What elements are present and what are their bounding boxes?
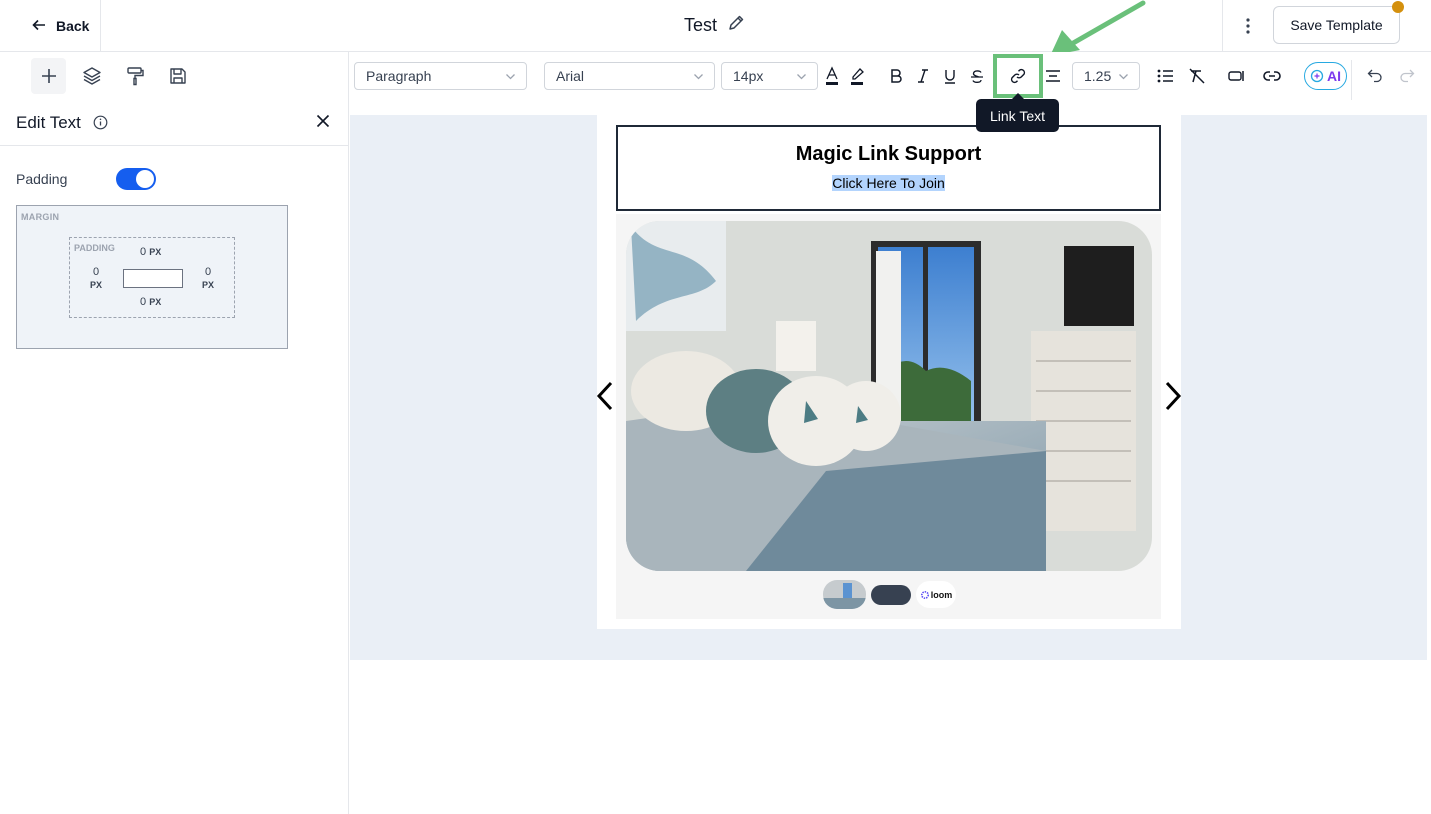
bullet-list-button[interactable] — [1154, 65, 1176, 87]
block-type-select[interactable]: Paragraph — [354, 62, 527, 90]
carousel-prev-button[interactable] — [596, 381, 614, 416]
styles-button[interactable] — [117, 58, 152, 94]
ai-assistant-button[interactable]: AI — [1304, 62, 1347, 90]
back-button[interactable]: Back — [0, 0, 101, 52]
edit-panel-header: Edit Text — [0, 100, 348, 146]
line-height-select[interactable]: 1.25 — [1072, 62, 1140, 90]
padding-top-value[interactable]: 0 PX — [140, 246, 161, 259]
thumbnail-dark[interactable] — [871, 584, 911, 605]
redo-icon — [1400, 69, 1415, 83]
padding-box-label: PADDING — [74, 243, 115, 253]
text-color-icon — [826, 66, 838, 85]
font-family-select[interactable]: Arial — [544, 62, 715, 90]
redo-button[interactable] — [1396, 65, 1418, 87]
join-link-text[interactable]: Click Here To Join — [832, 175, 945, 191]
content-box — [123, 269, 183, 288]
ai-brain-icon — [1310, 69, 1324, 83]
top-bar: Back Test Save Template — [0, 0, 1431, 52]
padding-toggle[interactable] — [116, 168, 156, 190]
link-button-highlight — [993, 54, 1043, 98]
toolbar-divider — [1351, 60, 1352, 100]
panel-title: Edit Text — [16, 112, 81, 132]
padding-left-value[interactable]: 0 PX — [90, 266, 102, 292]
button-insert-button[interactable] — [1226, 65, 1248, 87]
bold-button[interactable] — [885, 65, 907, 87]
margin-label: MARGIN — [21, 212, 60, 222]
undo-icon — [1367, 69, 1382, 83]
padding-right-value[interactable]: 0 PX — [202, 266, 214, 292]
heading-text[interactable]: Magic Link Support — [618, 143, 1159, 166]
chevron-down-icon — [506, 74, 515, 80]
padding-row: Padding — [0, 146, 348, 194]
thumbnail-loom[interactable]: loom — [916, 581, 956, 608]
align-button[interactable] — [1042, 65, 1064, 87]
thumbnail-bedroom[interactable] — [823, 580, 866, 609]
edit-title-pencil-icon[interactable] — [727, 14, 745, 37]
chevron-right-icon — [1165, 381, 1182, 411]
chevron-down-icon — [797, 74, 806, 80]
link-text-tooltip: Link Text — [976, 93, 1059, 132]
font-size-select[interactable]: 14px — [721, 62, 818, 90]
loom-label: loom — [930, 589, 953, 600]
bedroom-image — [626, 221, 1152, 571]
trigger-link-button[interactable] — [1261, 65, 1283, 87]
carousel-next-button[interactable] — [1164, 381, 1182, 416]
button-element-icon — [1228, 71, 1244, 81]
save-disk-icon — [169, 68, 186, 84]
more-options-button[interactable] — [1222, 0, 1272, 52]
text-block-selected[interactable]: Magic Link Support Click Here To Join — [616, 125, 1161, 211]
clear-format-icon — [1189, 68, 1205, 84]
notification-dot — [1392, 1, 1404, 13]
underline-icon — [945, 69, 955, 84]
margin-box: MARGIN PADDING 0 PX 0 PX 0 PX 0 PX — [16, 205, 288, 349]
arrow-left-icon — [32, 18, 46, 35]
highlight-color-button[interactable] — [846, 65, 868, 87]
save-block-button[interactable] — [160, 58, 195, 94]
carousel-thumbnails: loom — [823, 580, 956, 609]
save-template-button[interactable]: Save Template — [1273, 6, 1400, 44]
kebab-menu-icon — [1245, 18, 1250, 34]
paint-roller-icon — [126, 67, 144, 86]
left-sidebar: Edit Text Padding MARGIN PADDING 0 PX 0P… — [0, 52, 349, 814]
template-title: Test — [684, 15, 718, 35]
close-panel-button[interactable] — [316, 114, 330, 133]
italic-icon — [918, 69, 928, 83]
highlighter-icon — [851, 68, 864, 85]
ai-label: AI — [1327, 68, 1341, 84]
padding-label: Padding — [16, 171, 68, 187]
add-element-button[interactable] — [31, 58, 66, 94]
carousel-bedroom-photo[interactable] — [626, 221, 1152, 571]
underline-button[interactable] — [939, 65, 961, 87]
padding-box: PADDING 0 PX 0 PX 0 PX 0 PX — [69, 237, 235, 318]
close-icon — [316, 114, 330, 128]
font-size-value: 14px — [733, 68, 764, 84]
undo-button[interactable] — [1364, 65, 1386, 87]
text-format-toolbar: Paragraph Arial 14px 1.25 AI — [350, 52, 1431, 100]
font-family-value: Arial — [556, 68, 585, 84]
chevron-down-icon — [1119, 74, 1128, 80]
add-icon — [41, 69, 56, 83]
bullet-list-icon — [1157, 69, 1173, 83]
loom-logo-icon — [920, 590, 929, 599]
chevron-left-icon — [596, 381, 613, 411]
align-center-icon — [1046, 70, 1060, 82]
italic-button[interactable] — [912, 65, 934, 87]
chain-link-icon — [1263, 71, 1281, 81]
clear-format-button[interactable] — [1186, 65, 1208, 87]
back-label: Back — [56, 18, 90, 34]
strikethrough-icon — [971, 69, 983, 83]
strikethrough-button[interactable] — [966, 65, 988, 87]
sidebar-toolbar — [0, 52, 348, 100]
layers-icon — [82, 67, 101, 85]
text-color-button[interactable] — [821, 65, 843, 87]
line-height-value: 1.25 — [1084, 68, 1112, 84]
layers-button[interactable] — [74, 58, 109, 94]
padding-bottom-value[interactable]: 0 PX — [140, 296, 161, 309]
bold-icon — [891, 69, 902, 83]
block-type-value: Paragraph — [366, 68, 432, 84]
annotation-arrow-icon — [1050, 0, 1146, 56]
info-icon[interactable] — [93, 115, 108, 130]
chevron-down-icon — [694, 74, 703, 80]
